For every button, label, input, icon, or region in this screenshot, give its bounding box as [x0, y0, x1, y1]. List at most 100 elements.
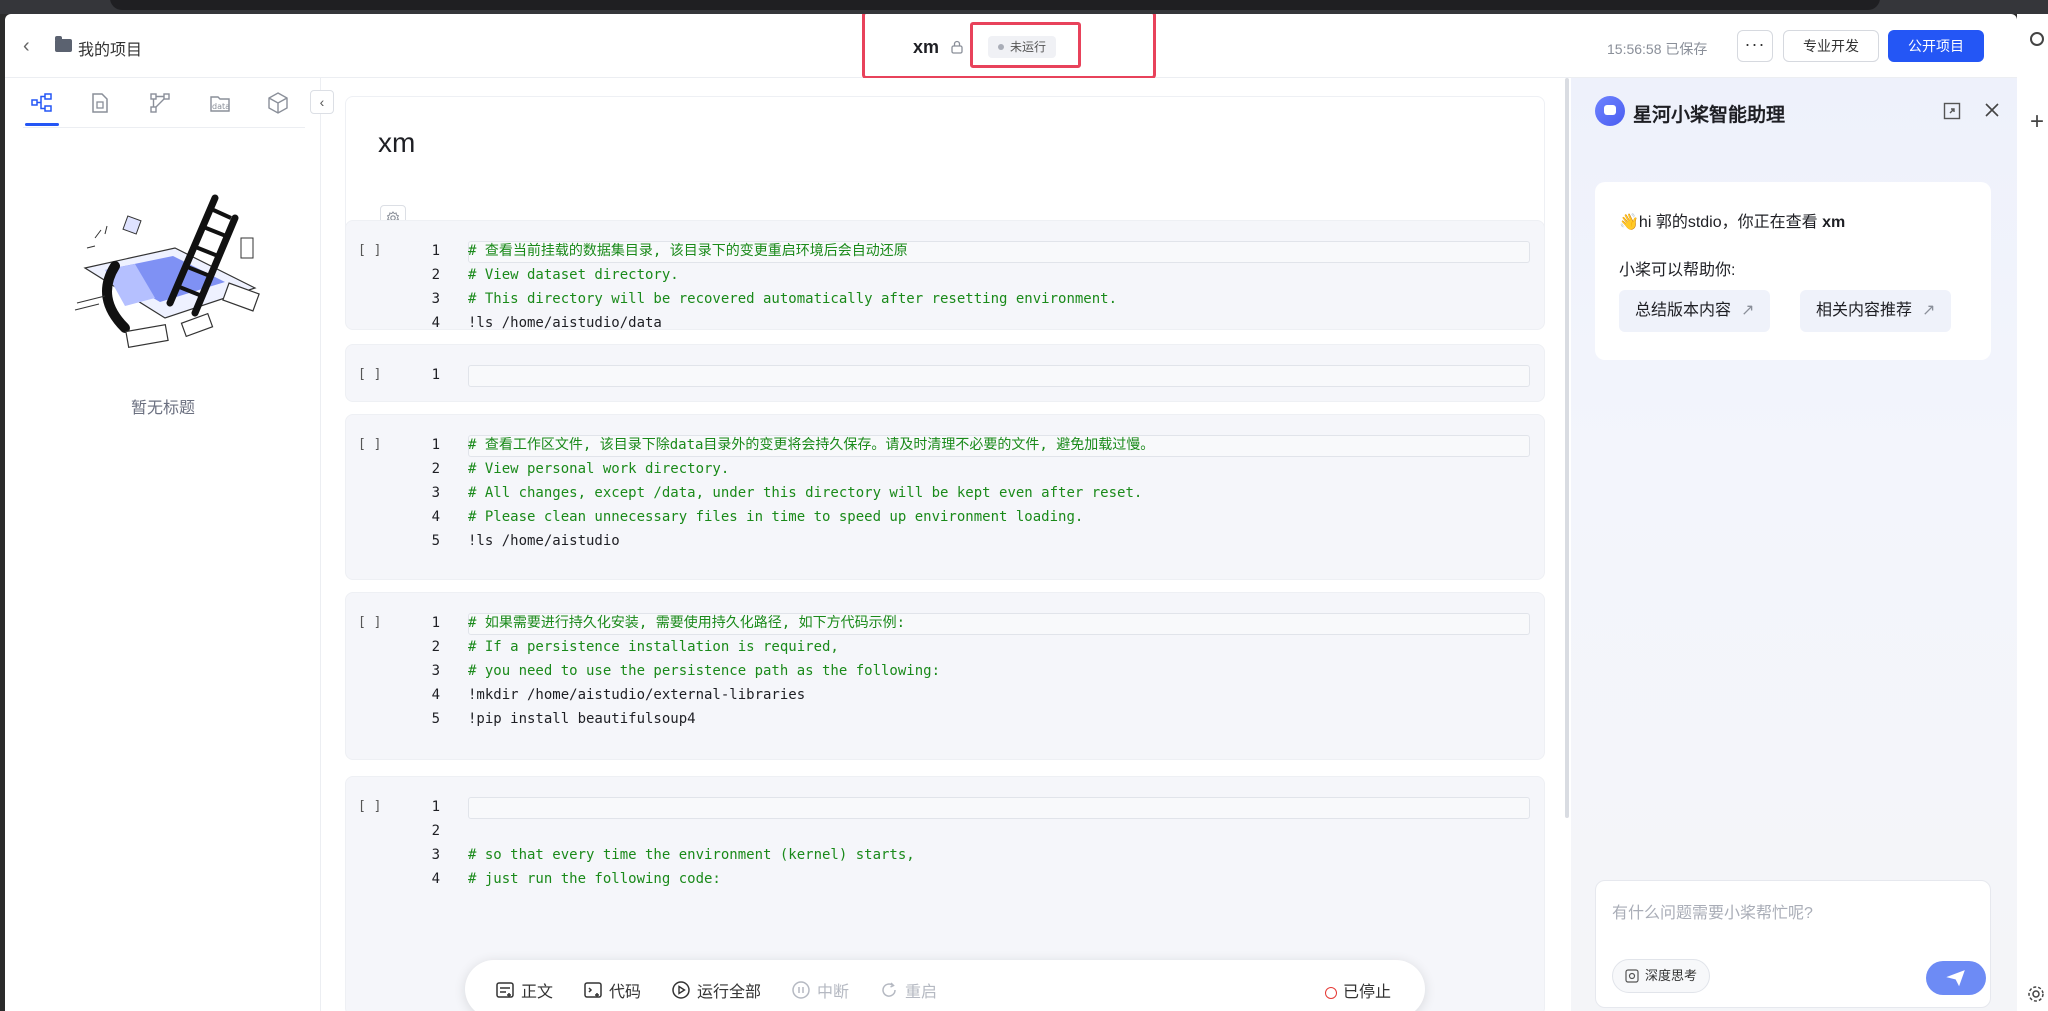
code-line[interactable]: # Please clean unnecessary files in time… — [468, 505, 1083, 529]
close-icon[interactable] — [1982, 100, 2002, 120]
assistant-panel: 星河小桨智能助理 👋hi 郭的stdio，你正在查看 xm 小桨可以帮助你: 总… — [1571, 78, 2017, 1011]
suggestion-related[interactable]: 相关内容推荐 ↗ — [1800, 290, 1952, 332]
assistant-welcome-card: 👋hi 郭的stdio，你正在查看 xm 小桨可以帮助你: 总结版本内容 ↗ 相关… — [1595, 182, 1991, 360]
cell-active-line — [468, 797, 1530, 819]
code-line[interactable]: !ls /home/aistudio/data — [468, 311, 662, 335]
code-line[interactable]: # View personal work directory. — [468, 457, 729, 481]
search-icon[interactable] — [2030, 32, 2044, 46]
line-number: 4 — [431, 687, 440, 703]
project-title[interactable]: xm — [913, 37, 939, 58]
bottom-toolbar: 正文 代码 运行全部 中断 重启 已停止 — [465, 960, 1425, 1011]
code-line[interactable]: # you need to use the persistence path a… — [468, 659, 940, 683]
plus-icon[interactable]: + — [2030, 110, 2044, 134]
notebook-title[interactable]: xm — [378, 127, 415, 159]
address-bar[interactable] — [110, 0, 1880, 10]
line-number: 1 — [431, 437, 440, 453]
deep-think-icon — [1625, 969, 1639, 983]
deep-think-toggle[interactable]: 深度思考 — [1612, 959, 1711, 993]
model-icon — [150, 93, 170, 113]
more-button[interactable]: ··· — [1737, 30, 1773, 62]
add-text-label: 正文 — [521, 984, 554, 1001]
line-number: 2 — [431, 639, 440, 655]
code-cell-icon — [584, 982, 602, 998]
back-chevron-icon[interactable]: ‹ — [23, 36, 30, 56]
code-line[interactable]: # All changes, except /data, under this … — [468, 481, 1142, 505]
package-tab[interactable] — [263, 88, 293, 118]
deep-think-label: 深度思考 — [1645, 968, 1698, 983]
assistant-greeting: 👋hi 郭的stdio，你正在查看 xm — [1619, 208, 1845, 232]
browser-chrome — [0, 0, 2048, 14]
arrow-up-right-icon: ↗ — [1741, 302, 1755, 319]
greeting-project: xm — [1822, 214, 1846, 231]
line-number: 1 — [431, 799, 440, 815]
restart-button[interactable]: 重启 — [879, 978, 937, 1002]
code-line[interactable]: # 如果需要进行持久化安装, 需要使用持久化路径, 如下方代码示例: — [468, 611, 905, 635]
line-number: 4 — [431, 509, 440, 525]
public-project-button[interactable]: 公开项目 — [1888, 30, 1984, 62]
my-projects-link[interactable]: 我的项目 — [78, 36, 142, 60]
code-line[interactable]: # 查看工作区文件, 该目录下除data目录外的变更将会持久保存。请及时清理不必… — [468, 433, 1154, 457]
add-text-button[interactable]: 正文 — [495, 978, 553, 1002]
code-line[interactable]: !pip install beautifulsoup4 — [468, 707, 696, 731]
line-number: 4 — [431, 315, 440, 331]
assistant-input-placeholder[interactable]: 有什么问题需要小桨帮忙呢? — [1612, 899, 1813, 923]
outline-icon — [31, 93, 52, 112]
send-icon — [1946, 970, 1965, 987]
model-tab[interactable] — [145, 88, 175, 118]
code-line[interactable]: # View dataset directory. — [468, 263, 679, 287]
cell-run-button[interactable]: [ ] — [358, 799, 381, 814]
code-line[interactable]: !mkdir /home/aistudio/external-libraries — [468, 683, 805, 707]
suggestion-summarize-label: 总结版本内容 — [1635, 302, 1732, 319]
add-code-button[interactable]: 代码 — [583, 978, 641, 1002]
code-line[interactable]: # If a persistence installation is requi… — [468, 635, 839, 659]
outline-tab[interactable] — [25, 88, 59, 126]
assistant-title: 星河小桨智能助理 — [1633, 105, 1786, 126]
cell-active-line — [468, 365, 1530, 387]
file-icon — [92, 93, 108, 113]
run-all-button[interactable]: 运行全部 — [671, 978, 761, 1002]
code-line[interactable]: # 查看当前挂载的数据集目录, 该目录下的变更重启环境后会自动还原 — [468, 239, 908, 263]
suggestion-summarize[interactable]: 总结版本内容 ↗ — [1619, 290, 1771, 332]
cell-run-button[interactable]: [ ] — [358, 367, 381, 382]
notebook-area: xm [ ] 1 # 查看当前挂载的数据集目录, 该目录下的变更重启环境后会自动还原… — [323, 78, 1569, 1011]
line-number: 1 — [431, 615, 440, 631]
package-icon — [268, 92, 288, 114]
browser-side-rail — [2017, 14, 2048, 1011]
line-number: 2 — [431, 267, 440, 283]
empty-ladder-illustration — [74, 194, 260, 349]
line-number: 3 — [431, 485, 440, 501]
greeting-text: 👋hi 郭的stdio，你正在查看 — [1619, 214, 1823, 231]
data-icon: data — [210, 96, 230, 112]
assistant-input-box[interactable]: 有什么问题需要小桨帮忙呢? 深度思考 — [1595, 880, 1991, 1008]
code-cell[interactable]: [ ] 1 # 查看工作区文件, 该目录下除data目录外的变更将会持久保存。请及时… — [345, 414, 1545, 580]
cell-run-button[interactable]: [ ] — [358, 437, 381, 452]
cell-run-button[interactable]: [ ] — [358, 615, 381, 630]
collapse-sidebar-button[interactable]: ‹ — [310, 90, 334, 114]
line-number: 3 — [431, 291, 440, 307]
data-tab[interactable]: data — [205, 88, 235, 118]
code-cell[interactable]: [ ] 1 # 如果需要进行持久化安装, 需要使用持久化路径, 如下方代码示例: 2 #… — [345, 592, 1545, 760]
code-cell[interactable]: [ ] 1 — [345, 344, 1545, 402]
settings-icon[interactable] — [2026, 984, 2046, 1004]
code-line[interactable]: # so that every time the environment (ke… — [468, 843, 915, 867]
kernel-stopped-status[interactable]: 已停止 — [1325, 978, 1391, 1002]
pro-dev-button[interactable]: 专业开发 — [1783, 30, 1879, 62]
restart-label: 重启 — [905, 984, 938, 1001]
assistant-help-label: 小桨可以帮助你: — [1619, 262, 1736, 279]
data-tab-label: data — [212, 102, 230, 111]
interrupt-button[interactable]: 中断 — [791, 978, 849, 1002]
line-number: 3 — [431, 847, 440, 863]
save-status: 15:56:58 已保存 — [1607, 41, 1708, 57]
cell-run-button[interactable]: [ ] — [358, 243, 381, 258]
interrupt-label: 中断 — [817, 984, 850, 1001]
code-cell[interactable]: [ ] 1 # 查看当前挂载的数据集目录, 该目录下的变更重启环境后会自动还原 2 # … — [345, 220, 1545, 331]
code-line[interactable]: !ls /home/aistudio — [468, 529, 620, 553]
lock-icon — [951, 40, 963, 54]
code-line[interactable]: # This directory will be recovered autom… — [468, 287, 1117, 311]
expand-icon[interactable] — [1943, 102, 1961, 120]
send-button[interactable] — [1926, 961, 1986, 995]
file-tab[interactable] — [85, 88, 115, 118]
code-line[interactable]: # just run the following code: — [468, 867, 721, 891]
notebook-scrollbar[interactable] — [1565, 78, 1569, 818]
line-number: 2 — [431, 461, 440, 477]
